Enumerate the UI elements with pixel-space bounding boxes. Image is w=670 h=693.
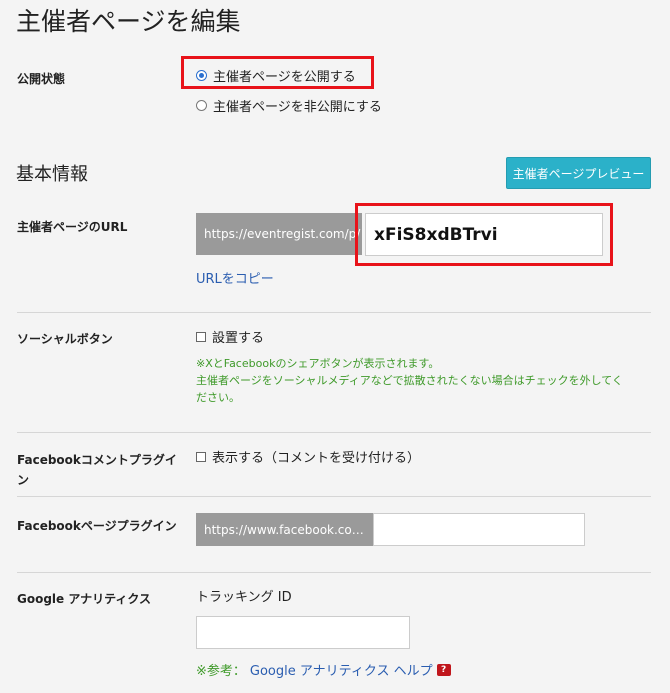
ga-help-link[interactable]: Google アナリティクス ヘルプ [250,660,433,679]
url-label: 主催者ページのURL [17,220,128,234]
fb-comment-label: Facebookコメントプラグイ ン [17,450,177,490]
copy-url-link[interactable]: URLをコピー [196,268,274,287]
radio-publish[interactable]: 主催者ページを公開する [196,66,356,85]
radio-unchecked-icon [196,100,207,111]
social-note-line: ださい。 [196,391,240,404]
divider [17,432,651,433]
ga-help-prefix: ※参考： [196,664,246,679]
checkbox-icon [196,451,206,462]
fb-page-input[interactable] [373,513,585,546]
divider [17,312,651,313]
organizer-preview-button[interactable]: 主催者ページプレビュー [506,157,651,189]
social-note-line: 主催者ページをソーシャルメディアなどで拡散されたくない場合はチェックを外してく [196,374,623,387]
social-button-label: ソーシャルボタン [17,332,113,346]
radio-unpublish-label: 主催者ページを非公開にする [213,100,382,115]
radio-checked-icon [196,70,207,81]
help-icon[interactable]: ? [436,663,451,676]
social-note: ※XとFacebookのシェアボタンが表示されます。 主催者ページをソーシャルメ… [196,355,636,406]
url-slug-input[interactable]: xFiS8xdBTrvi [365,213,603,256]
fb-comment-label-line: Facebookコメントプラグイ [17,453,177,467]
fb-comment-label-line: ン [17,473,30,487]
fb-page-prefix: https://www.facebook.co… [196,513,373,546]
social-checkbox[interactable]: 設置する [196,327,264,346]
divider [17,496,651,497]
basic-info-heading: 基本情報 [16,164,88,185]
page-title: 主催者ページを編集 [16,7,241,36]
url-prefix: https://eventregist.com/p/ [196,213,362,255]
social-note-line: ※XとFacebookのシェアボタンが表示されます。 [196,357,440,370]
tracking-id-label: トラッキング ID [196,590,292,605]
fb-comment-checkbox[interactable]: 表示する（コメントを受け付ける） [196,447,420,466]
tracking-id-input[interactable] [196,616,410,649]
radio-publish-label: 主催者ページを公開する [213,70,356,85]
radio-unpublish[interactable]: 主催者ページを非公開にする [196,96,382,115]
social-checkbox-label: 設置する [212,331,265,346]
checkbox-icon [196,331,206,342]
google-analytics-label: Google アナリティクス [17,592,152,606]
fb-comment-checkbox-label: 表示する（コメントを受け付ける） [212,451,421,466]
publish-state-label: 公開状態 [17,72,66,86]
fb-page-label: Facebookページプラグイン [17,519,177,533]
ga-help-note: ※参考： Google アナリティクス ヘルプ ? [196,660,451,679]
divider [17,572,651,573]
